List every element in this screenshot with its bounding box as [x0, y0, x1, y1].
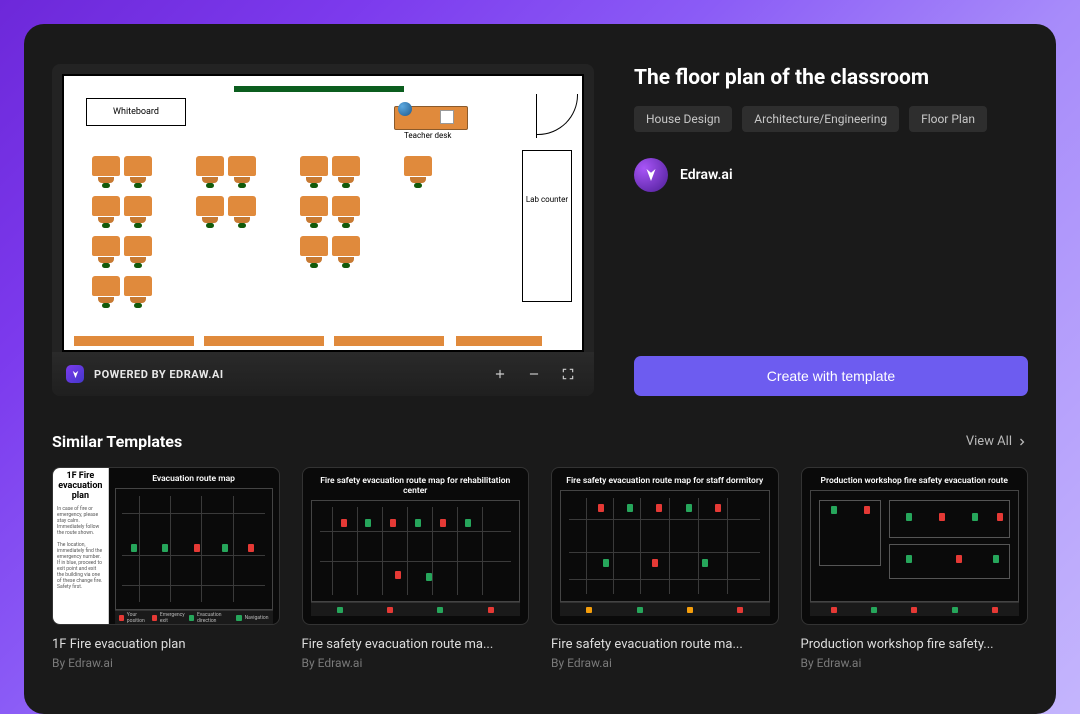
main-row: Whiteboard Teacher desk Lab counter [52, 64, 1028, 396]
template-card: 1F Fire evacuation plan In case of fire … [52, 467, 280, 670]
template-card-title: Fire safety evacuation route ma... [551, 637, 779, 652]
template-card-title: 1F Fire evacuation plan [52, 637, 280, 652]
floorplan-door [536, 94, 580, 138]
similar-header: Similar Templates View All [52, 432, 1028, 451]
tag-list: House Design Architecture/Engineering Fl… [634, 106, 1028, 132]
thumb-title: Production workshop fire safety evacuati… [810, 476, 1020, 486]
floorplan-teacher-desk-label: Teacher desk [404, 131, 451, 140]
similar-templates-heading: Similar Templates [52, 432, 182, 451]
template-card: Fire safety evacuation route map for sta… [551, 467, 779, 670]
edraw-logo-icon [66, 365, 84, 383]
thumb-title: Fire safety evacuation route map for reh… [311, 476, 521, 496]
template-card-title: Production workshop fire safety... [801, 637, 1029, 652]
template-cards-row: 1F Fire evacuation plan In case of fire … [52, 467, 1028, 670]
thumb-side-title: 1F Fire evacuation plan [57, 472, 104, 502]
thumb-title: Evacuation route map [115, 474, 273, 484]
author-avatar-icon [634, 158, 668, 192]
template-card-title: Fire safety evacuation route ma... [302, 637, 530, 652]
preview-frame: Whiteboard Teacher desk Lab counter [52, 64, 594, 396]
floorplan-bottom-strip [74, 336, 194, 346]
create-with-template-button[interactable]: Create with template [634, 356, 1028, 396]
template-card-author: By Edraw.ai [551, 656, 779, 670]
template-thumbnail[interactable]: Production workshop fire safety evacuati… [801, 467, 1029, 625]
thumb-title: Fire safety evacuation route map for sta… [560, 476, 770, 486]
template-card: Production workshop fire safety evacuati… [801, 467, 1029, 670]
floorplan-bottom-strip [334, 336, 444, 346]
zoom-in-button[interactable] [488, 362, 512, 386]
author-row[interactable]: Edraw.ai [634, 158, 1028, 192]
template-title: The floor plan of the classroom [634, 66, 1028, 90]
template-thumbnail[interactable]: Fire safety evacuation route map for sta… [551, 467, 779, 625]
template-card-author: By Edraw.ai [52, 656, 280, 670]
floorplan-globe-icon [398, 102, 412, 116]
floorplan-desks [92, 156, 462, 326]
zoom-out-button[interactable] [522, 362, 546, 386]
thumb-side-panel: 1F Fire evacuation plan In case of fire … [53, 468, 109, 624]
viewer-toolbar: POWERED BY EDRAW.AI [52, 352, 594, 396]
tag-floor-plan[interactable]: Floor Plan [909, 106, 987, 132]
info-column: The floor plan of the classroom House De… [634, 64, 1028, 396]
floorplan-paper-icon [440, 110, 454, 124]
floorplan-lab-counter: Lab counter [522, 150, 572, 302]
view-all-label: View All [966, 434, 1012, 449]
floorplan-preview[interactable]: Whiteboard Teacher desk Lab counter [62, 74, 584, 352]
view-all-link[interactable]: View All [966, 434, 1028, 449]
floorplan-whiteboard: Whiteboard [86, 98, 186, 126]
tag-architecture-engineering[interactable]: Architecture/Engineering [742, 106, 899, 132]
floorplan-bottom-strip [204, 336, 324, 346]
tag-house-design[interactable]: House Design [634, 106, 732, 132]
template-thumbnail[interactable]: 1F Fire evacuation plan In case of fire … [52, 467, 280, 625]
app-window: Whiteboard Teacher desk Lab counter [24, 24, 1056, 714]
template-thumbnail[interactable]: Fire safety evacuation route map for reh… [302, 467, 530, 625]
template-card: Fire safety evacuation route map for reh… [302, 467, 530, 670]
fullscreen-button[interactable] [556, 362, 580, 386]
powered-by-label: POWERED BY EDRAW.AI [94, 368, 224, 381]
author-name: Edraw.ai [680, 167, 733, 183]
preview-column: Whiteboard Teacher desk Lab counter [52, 64, 594, 396]
template-card-author: By Edraw.ai [801, 656, 1029, 670]
template-card-author: By Edraw.ai [302, 656, 530, 670]
chevron-right-icon [1016, 436, 1028, 448]
floorplan-greenboard [234, 86, 404, 92]
floorplan-bottom-strip [456, 336, 542, 346]
